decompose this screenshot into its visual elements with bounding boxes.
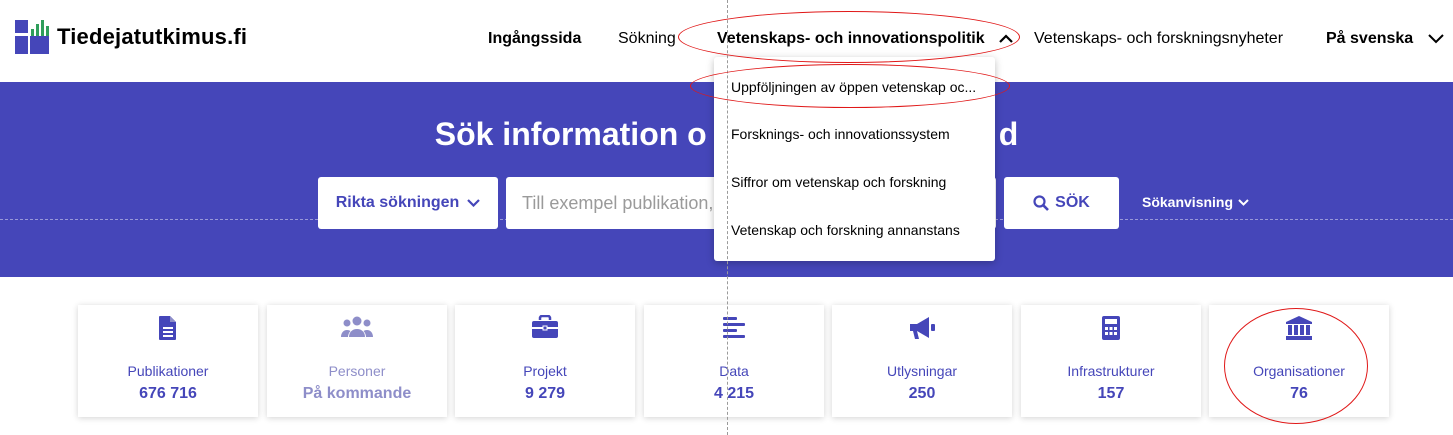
- card-data[interactable]: Data 4 215: [644, 305, 824, 417]
- card-count: 4 215: [713, 385, 755, 402]
- search-icon: [1033, 195, 1050, 211]
- card-count: 76: [1290, 385, 1308, 402]
- search-guide-toggle[interactable]: Sökanvisning: [1142, 194, 1249, 210]
- document-icon: [78, 315, 258, 343]
- dropdown-item-research-system[interactable]: Forsknings- och innovationssystem: [731, 126, 950, 142]
- chevron-down-icon: [467, 199, 481, 207]
- card-label: Personer: [328, 363, 386, 379]
- dropdown-item-open-science[interactable]: Uppföljningen av öppen vetenskap oc...: [731, 79, 976, 95]
- logo-text: Tiedejatutkimus.fi: [57, 24, 248, 49]
- align-left-icon: [644, 315, 824, 343]
- card-label: Projekt: [523, 363, 567, 379]
- target-search-button[interactable]: Rikta sökningen: [318, 177, 498, 229]
- calculator-icon: [1021, 315, 1201, 343]
- card-organizations[interactable]: Organisationer 76: [1209, 305, 1389, 417]
- dropdown-item-elsewhere[interactable]: Vetenskap och forskning annanstans: [731, 222, 960, 238]
- institution-icon: [1209, 315, 1389, 343]
- nav-policy-label: Vetenskaps- och innovationspolitik: [717, 30, 985, 47]
- nav-home[interactable]: Ingångssida: [488, 30, 581, 48]
- card-infrastructures[interactable]: Infrastrukturer 157: [1021, 305, 1201, 417]
- logo-icon: [15, 20, 49, 54]
- search-guide-label: Sökanvisning: [1142, 194, 1234, 210]
- card-count: 157: [1097, 385, 1125, 402]
- card-count: 250: [908, 385, 936, 402]
- card-projects[interactable]: Projekt 9 279: [455, 305, 635, 417]
- nav-news[interactable]: Vetenskaps- och forskningsnyheter: [1034, 30, 1283, 48]
- target-search-label: Rikta sökningen: [335, 194, 460, 211]
- dropdown-item-figures[interactable]: Siffror om vetenskap och forskning: [731, 174, 946, 190]
- vertical-guide-line: [727, 0, 728, 435]
- nav-search[interactable]: Sökning: [618, 30, 676, 48]
- card-label: Publikationer: [127, 363, 209, 379]
- language-label: På svenska: [1326, 30, 1414, 47]
- card-calls[interactable]: Utlysningar 250: [832, 305, 1012, 417]
- chevron-down-icon: [1427, 34, 1444, 44]
- search-button[interactable]: SÖK: [1004, 177, 1119, 229]
- card-count: 9 279: [524, 385, 566, 402]
- megaphone-icon: [832, 315, 1012, 343]
- briefcase-icon: [455, 315, 635, 343]
- card-label: Data: [719, 363, 749, 379]
- chevron-down-icon: [1238, 198, 1249, 206]
- policy-dropdown-menu: Uppföljningen av öppen vetenskap oc... F…: [714, 57, 995, 261]
- people-icon: [267, 315, 447, 343]
- nav-policy[interactable]: Vetenskaps- och innovationspolitik: [717, 30, 1013, 48]
- card-label: Infrastrukturer: [1067, 363, 1155, 379]
- language-selector[interactable]: På svenska: [1326, 30, 1444, 48]
- card-count: På kommande: [302, 385, 412, 402]
- card-label: Utlysningar: [886, 363, 958, 379]
- site-logo[interactable]: Tiedejatutkimus.fi: [15, 20, 247, 54]
- card-persons[interactable]: Personer På kommande: [267, 305, 447, 417]
- search-button-label: SÖK: [1055, 194, 1090, 211]
- card-publications[interactable]: Publikationer 676 716: [78, 305, 258, 417]
- card-count: 676 716: [139, 385, 197, 402]
- card-label: Organisationer: [1253, 363, 1345, 379]
- chevron-up-icon: [999, 34, 1013, 44]
- page: Tiedejatutkimus.fi Ingångssida Sökning V…: [0, 0, 1453, 435]
